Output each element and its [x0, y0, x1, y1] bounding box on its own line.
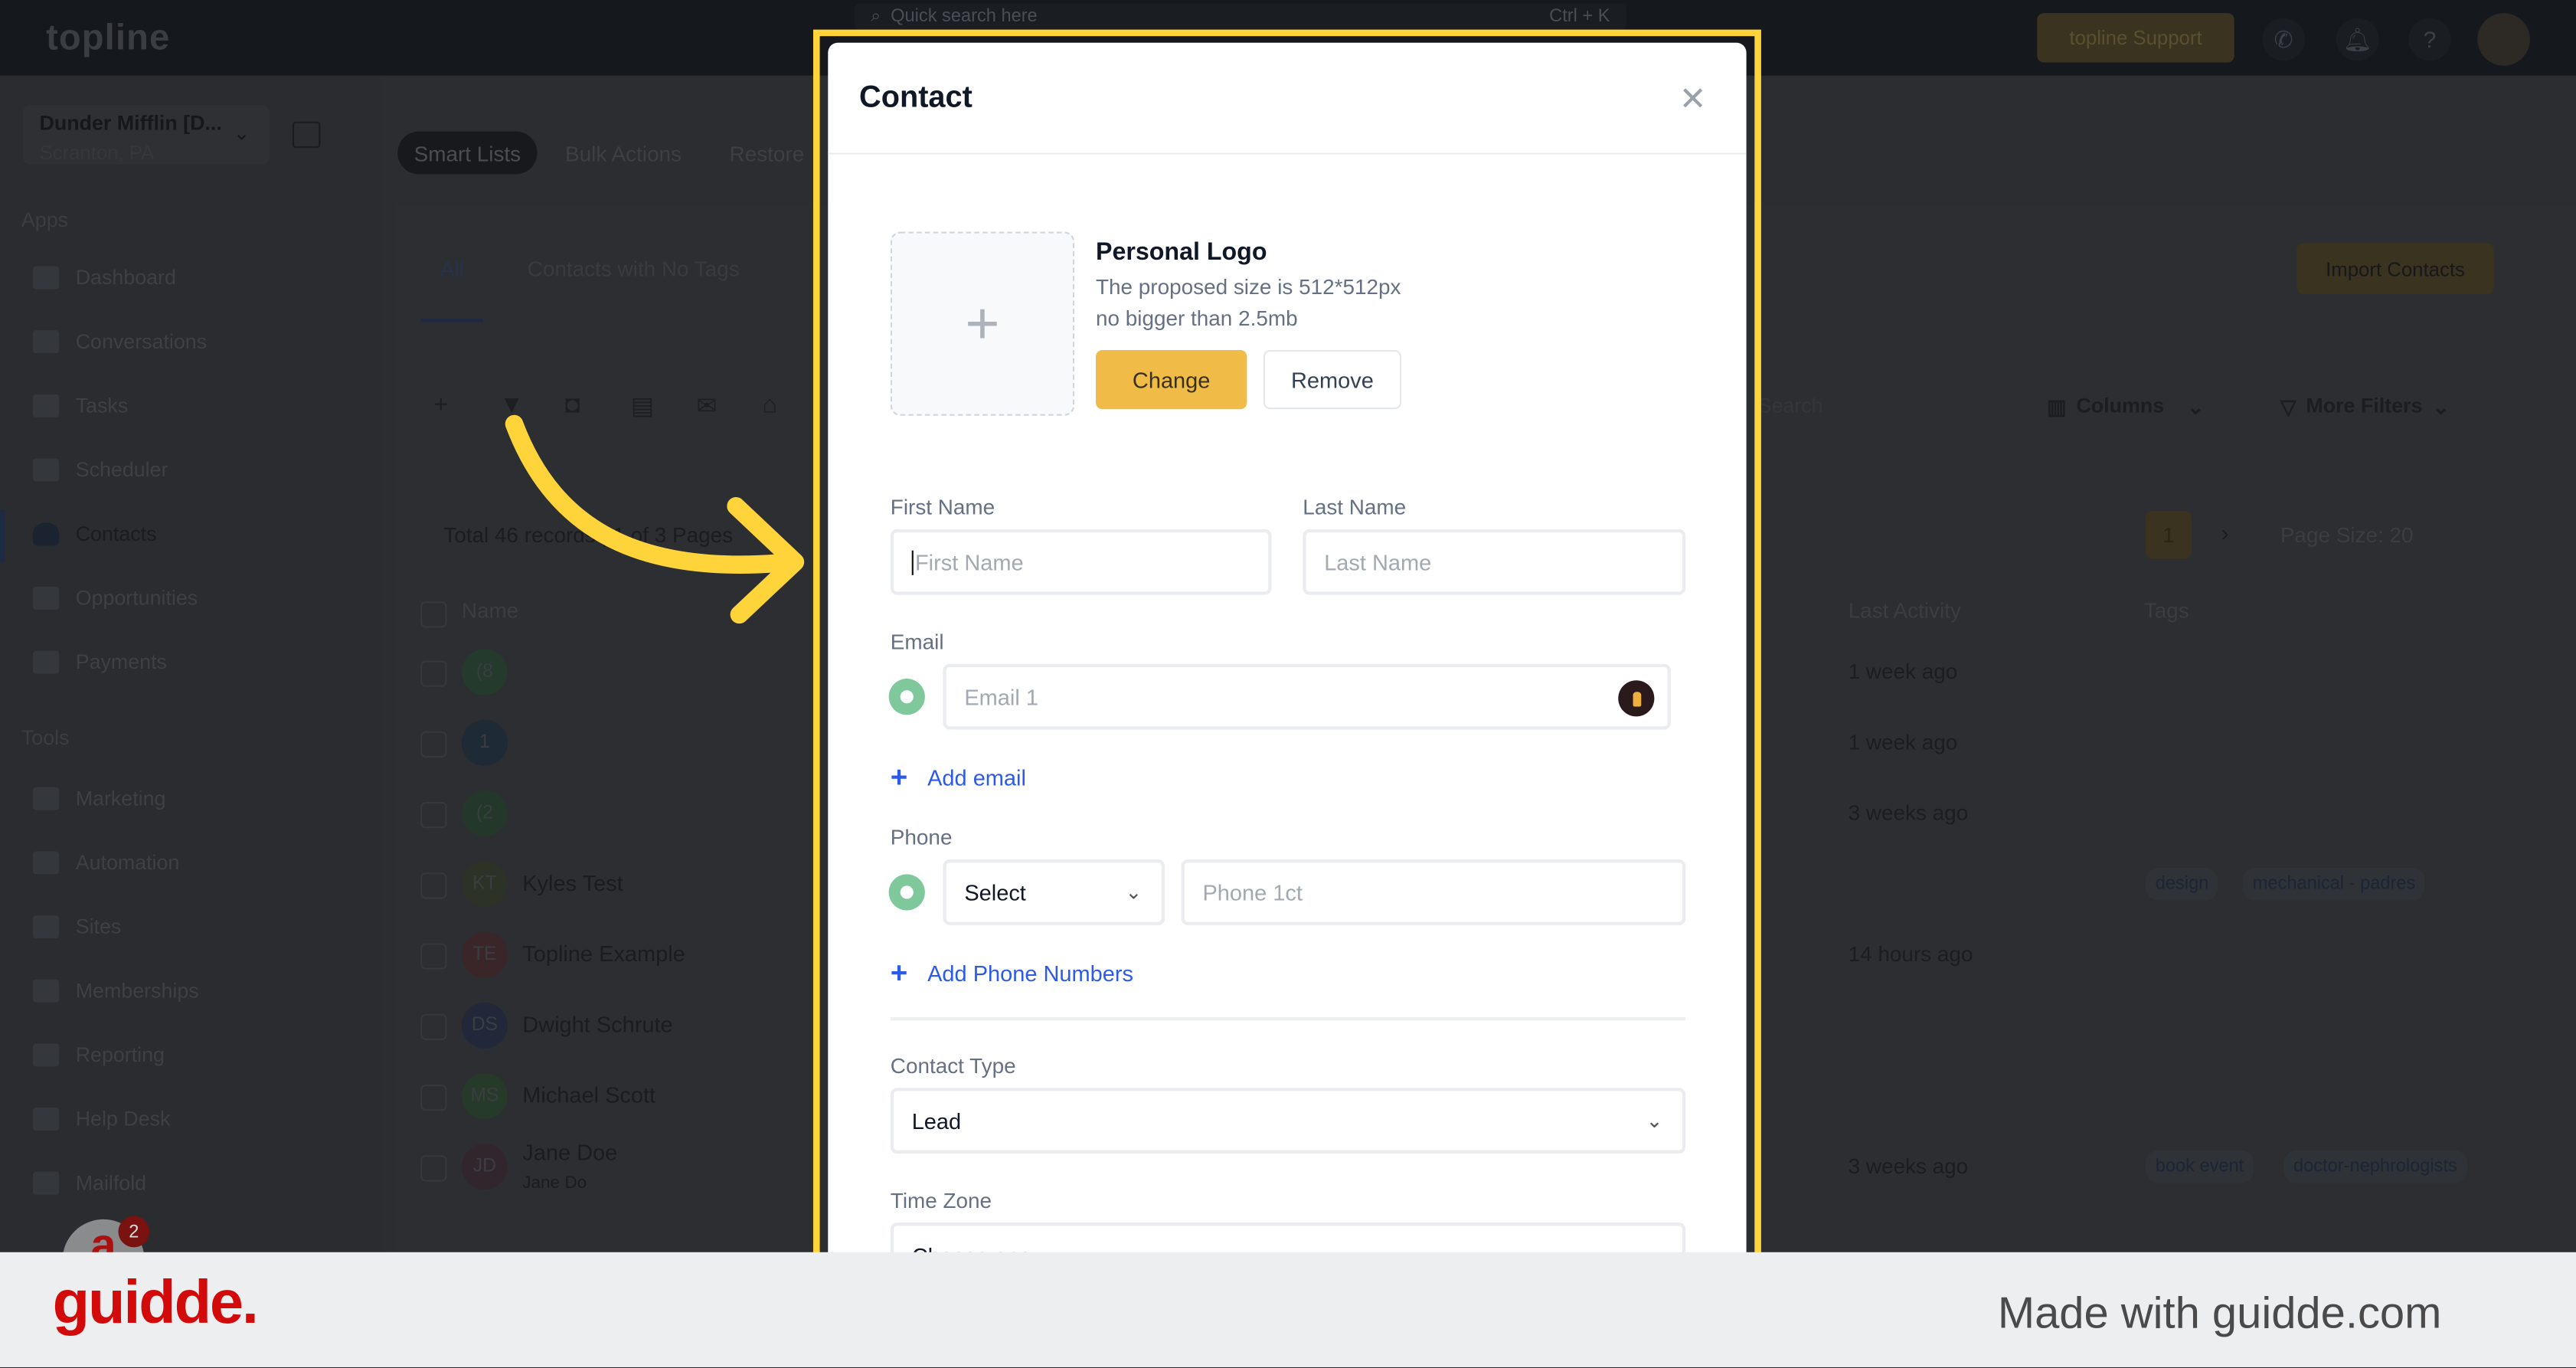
- plus-icon: +: [965, 289, 1000, 357]
- screen: topline ⌕ Quick search here Ctrl + K top…: [0, 0, 2576, 1367]
- personal-logo-title: Personal Logo: [1095, 238, 1267, 267]
- first-name-label: First Name: [890, 494, 995, 519]
- plus-icon: +: [890, 761, 908, 794]
- divider: [890, 1017, 1686, 1021]
- phone-label: Phone: [890, 824, 953, 850]
- logo-size-hint: The proposed size is 512*512px: [1095, 274, 1401, 299]
- add-email-button[interactable]: + Add email: [891, 761, 1026, 795]
- first-name-input[interactable]: First Name: [890, 529, 1272, 595]
- logo-upload-box[interactable]: +: [890, 231, 1075, 416]
- add-phone-label: Add Phone Numbers: [927, 961, 1133, 987]
- email-input[interactable]: Email 1: [943, 663, 1671, 730]
- chevron-down-icon: ⌄: [1125, 880, 1143, 904]
- guidde-logo: guidde.: [52, 1268, 259, 1337]
- primary-phone-radio[interactable]: [888, 874, 925, 911]
- last-name-label: Last Name: [1303, 494, 1407, 519]
- remove-logo-button[interactable]: Remove: [1263, 349, 1402, 410]
- phone-type-select[interactable]: Select ⌄: [943, 859, 1165, 925]
- email-placeholder: Email 1: [964, 684, 1038, 709]
- email-label: Email: [890, 629, 944, 654]
- made-with-guidde: Made with guidde.com: [1997, 1288, 2442, 1338]
- phone-placeholder: Phone 1ct: [1202, 879, 1303, 905]
- phone-type-value: Select: [964, 879, 1026, 905]
- add-email-label: Add email: [927, 765, 1026, 790]
- contact-type-select[interactable]: Lead ⌄: [890, 1088, 1686, 1154]
- change-logo-button[interactable]: Change: [1095, 349, 1247, 410]
- time-zone-label: Time Zone: [890, 1188, 992, 1213]
- first-name-placeholder: First Name: [911, 549, 1024, 574]
- last-name-placeholder: Last Name: [1324, 549, 1432, 574]
- phone-input[interactable]: Phone 1ct: [1181, 859, 1686, 925]
- chat-badge: 2: [118, 1216, 150, 1248]
- close-icon[interactable]: ✕: [1679, 79, 1707, 120]
- contact-type-value: Lead: [911, 1108, 962, 1134]
- last-name-input[interactable]: Last Name: [1303, 529, 1686, 595]
- modal-title: Contact: [859, 78, 973, 114]
- keyhole-icon[interactable]: [1618, 680, 1655, 717]
- add-phone-button[interactable]: + Add Phone Numbers: [891, 957, 1133, 991]
- chevron-down-icon: ⌄: [1646, 1109, 1663, 1133]
- plus-icon: +: [890, 956, 908, 990]
- primary-email-radio[interactable]: [888, 679, 925, 715]
- divider: [828, 152, 1747, 155]
- logo-weight-hint: no bigger than 2.5mb: [1095, 306, 1298, 331]
- contact-type-label: Contact Type: [890, 1053, 1016, 1078]
- contact-modal: Contact ✕ + Personal Logo The proposed s…: [828, 42, 1747, 1289]
